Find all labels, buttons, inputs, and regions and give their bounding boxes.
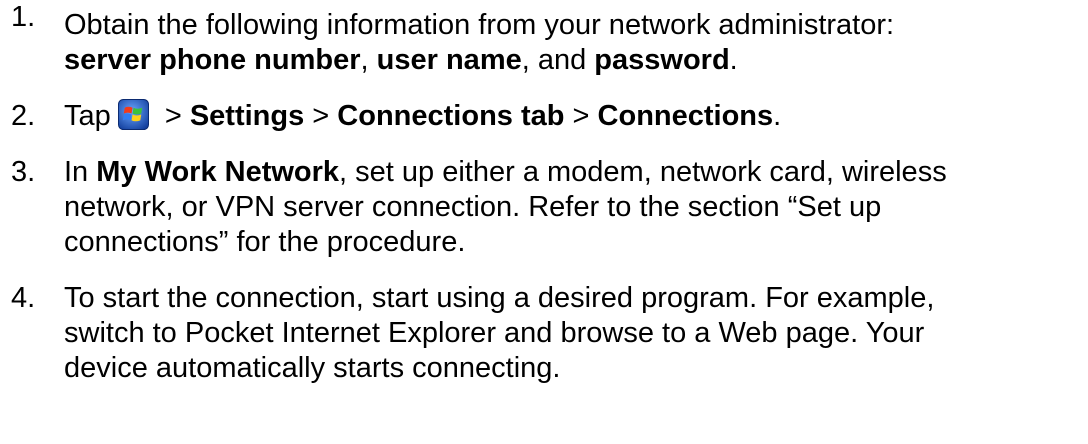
step-3: 3. In My Work Network, set up either a m… xyxy=(0,155,1088,260)
step-text-line: server phone number, user name, and pass… xyxy=(64,44,738,76)
bold-term: My Work Network xyxy=(96,156,340,188)
bold-term: password xyxy=(594,44,730,76)
step-number: 1. xyxy=(11,1,36,33)
bold-term: Settings xyxy=(189,100,305,132)
bold-term: server phone number xyxy=(64,44,361,76)
bold-term: Connections xyxy=(597,100,774,132)
step-text-line: device automatically starts connecting. xyxy=(64,352,561,384)
step-text-line: To start the connection, start using a d… xyxy=(64,282,935,314)
step-number: 2. xyxy=(11,100,36,132)
instruction-steps: 1. Obtain the following information from… xyxy=(0,0,1088,386)
bold-term: Connections tab xyxy=(337,100,565,132)
step-text-line: switch to Pocket Internet Explorer and b… xyxy=(64,317,925,349)
step-text-line: In My Work Network, set up either a mode… xyxy=(64,156,947,188)
step-text-line: Obtain the following information from yo… xyxy=(64,9,895,41)
step-text-line: connections” for the procedure. xyxy=(64,226,466,258)
step-text-line: network, or VPN server connection. Refer… xyxy=(64,191,882,223)
step-4: 4. To start the connection, start using … xyxy=(0,281,1088,386)
windows-start-icon xyxy=(117,99,149,130)
step-number: 4. xyxy=(11,282,36,314)
step-text-line: Tap > Settings > Connections tab > Conne… xyxy=(64,99,782,132)
step-number: 3. xyxy=(11,156,36,188)
step-1: 1. Obtain the following information from… xyxy=(0,0,1088,78)
bold-term: user name xyxy=(376,44,522,76)
step-2: 2. Tap > Settings > Connections tab > Co… xyxy=(0,99,1088,134)
